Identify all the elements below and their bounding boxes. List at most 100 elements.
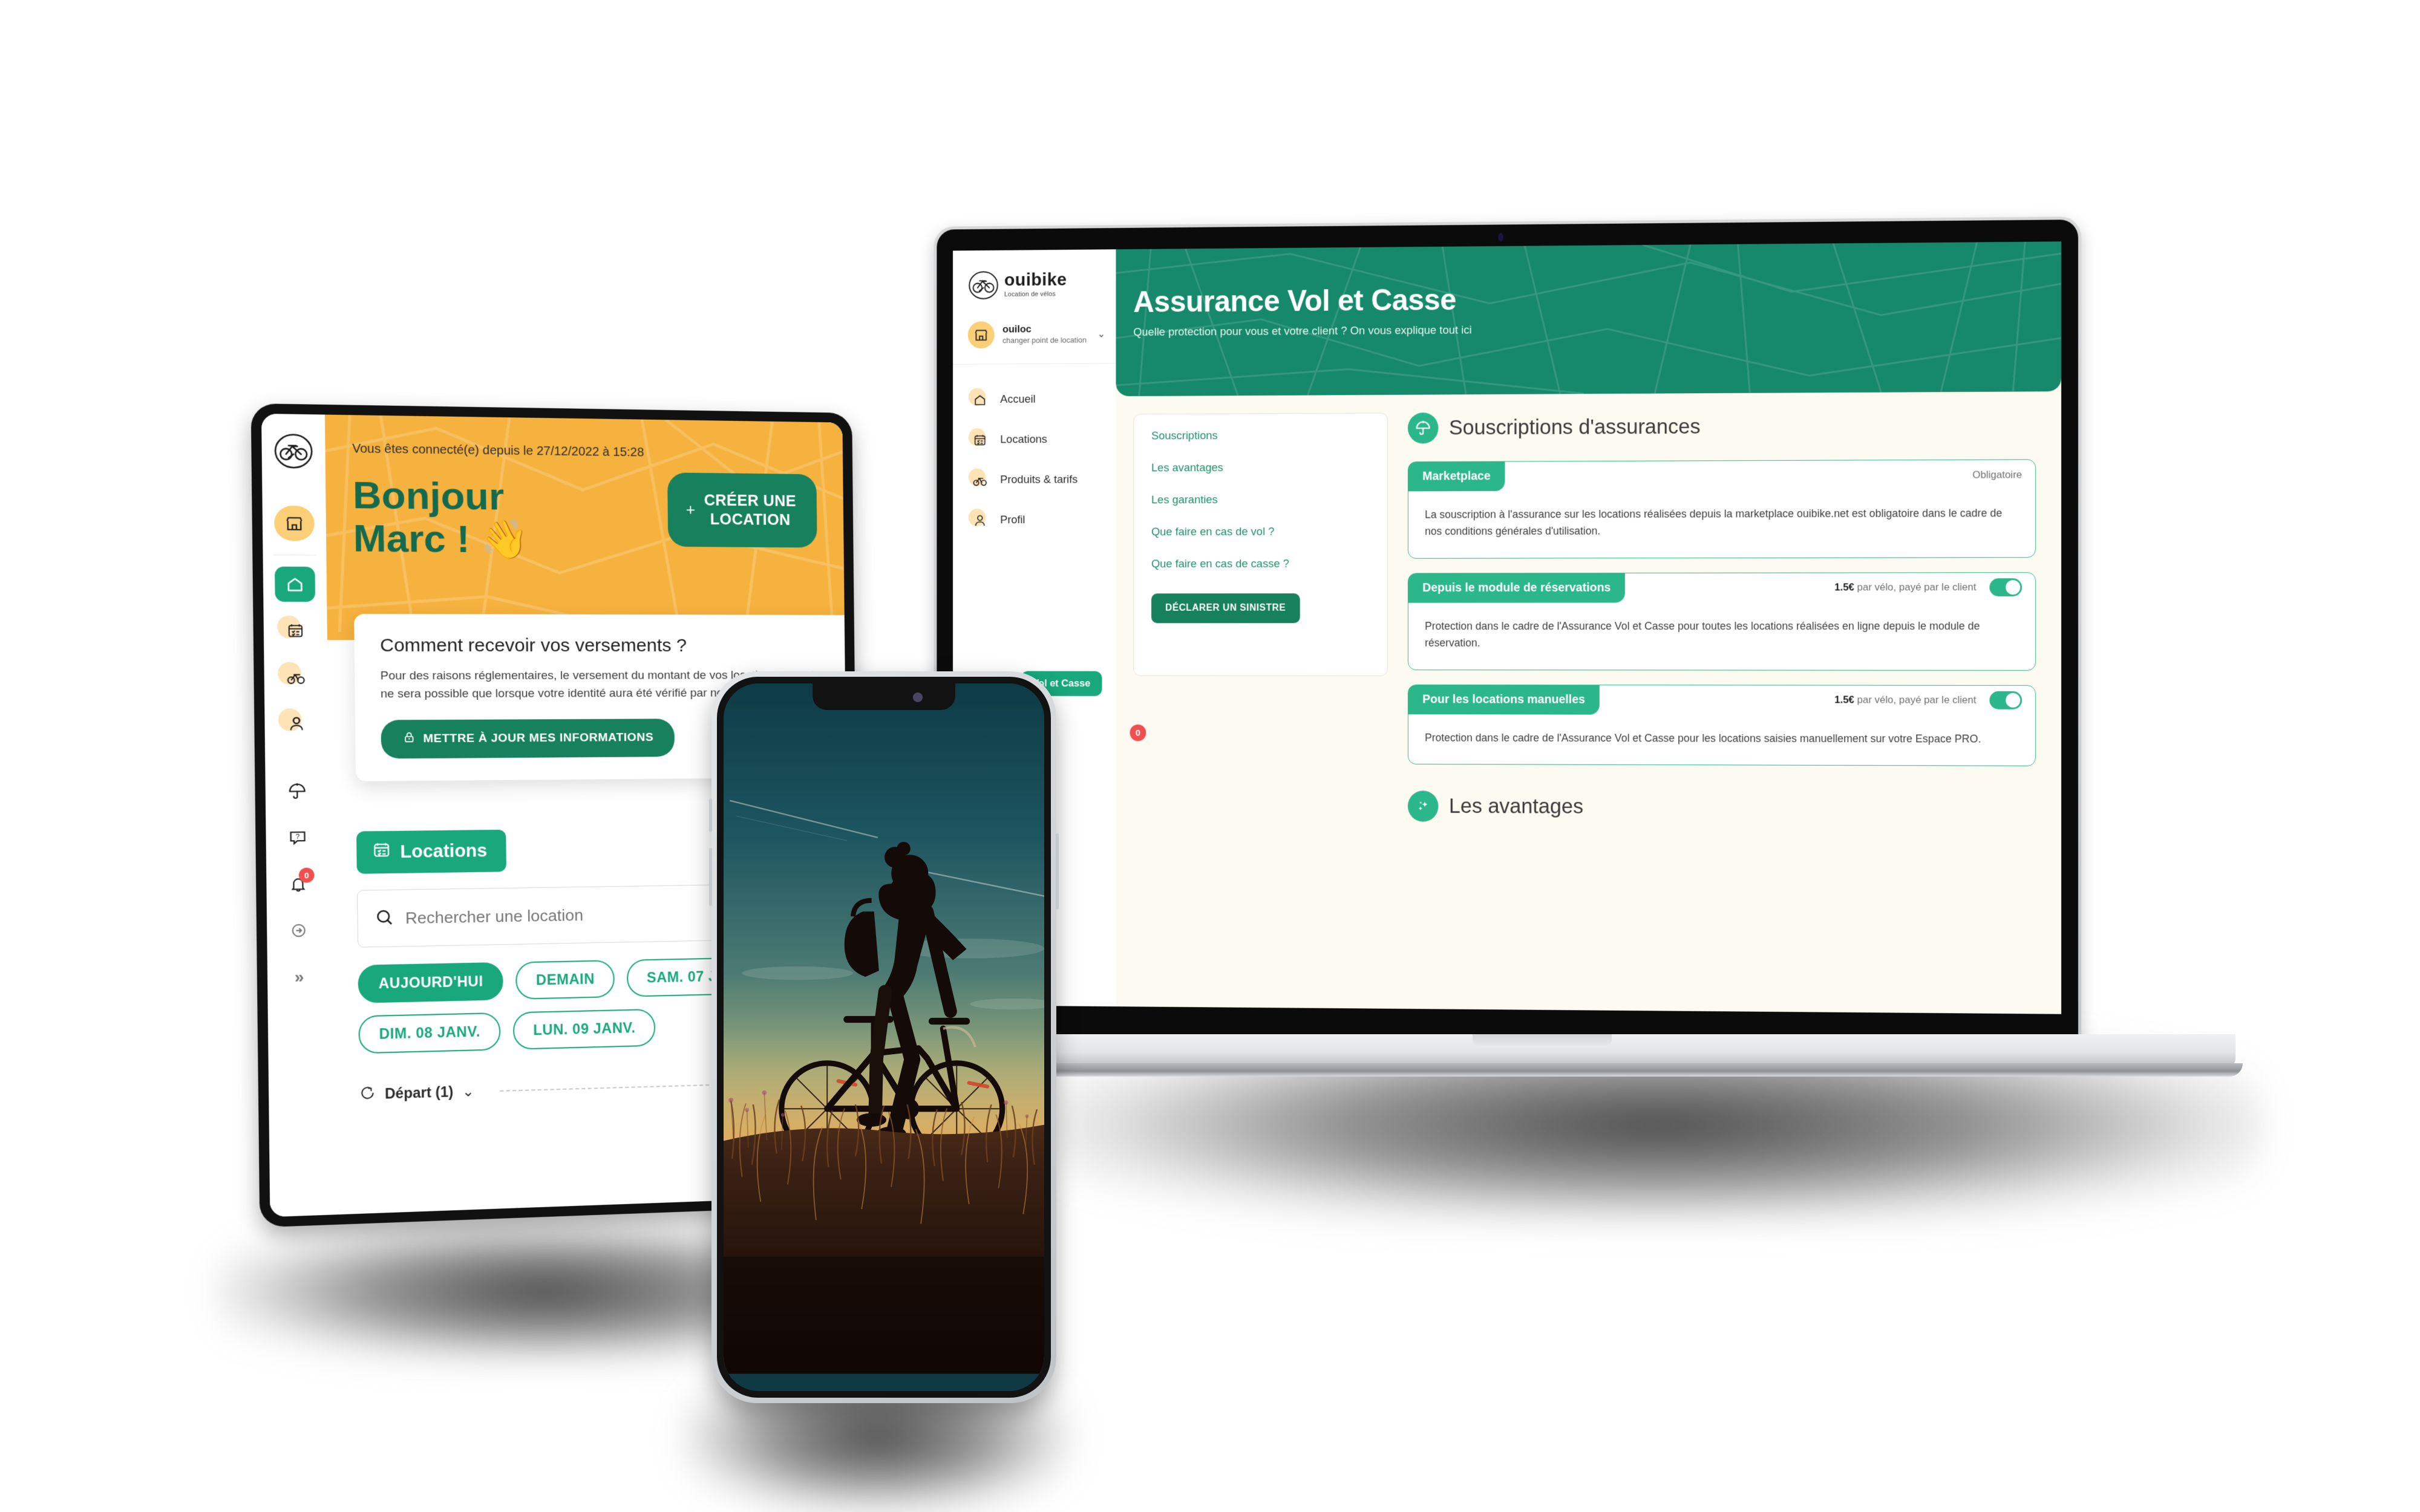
anchor-les-avantages[interactable]: Les avantages [1151,461,1370,475]
locations-tag: Locations [356,829,506,874]
bicycle-icon[interactable] [276,659,316,694]
card-tag: Pour les locations manuelles [1408,685,1600,715]
card-tag: Marketplace [1408,461,1505,492]
card-header: Marketplace Obligatoire [1408,460,2035,492]
tablet-hero: Vous êtes connecté(e) depuis le 27/12/20… [324,414,845,640]
umbrella-icon[interactable] [277,774,318,809]
phone-frame [711,671,1056,1403]
cta-line-2: LOCATION [710,510,791,529]
user-icon [970,510,990,530]
calendar-check-icon [970,430,990,450]
phone-notch [813,683,955,710]
chevron-down-icon[interactable]: ⌄ [1097,328,1106,341]
toggle-locations-manuelles[interactable] [1989,691,2023,709]
price-value: 1.5€ [1834,694,1854,706]
sidebar-item-produits-tarifs[interactable]: Produits & tarifs [953,460,1116,500]
card-body: La souscription à l'assurance sur les lo… [1425,507,2003,538]
phone-screen [724,683,1044,1391]
page-hero: Assurance Vol et Casse Quelle protection… [1116,241,2062,397]
phone-wallpaper-image [724,683,1044,1374]
sidebar-label: Accueil [1000,393,1036,406]
bell-icon[interactable]: 0 [278,866,318,902]
card-meta: Obligatoire [1972,469,2035,481]
chip-aujourdhui[interactable]: AUJOURD'HUI [358,962,504,1003]
sidebar-item-accueil[interactable]: Accueil [953,379,1116,420]
sidebar-label: Produits & tarifs [1000,473,1078,486]
shop-name: ouiloc [1002,323,1032,335]
card-title: Comment recevoir vos versements ? [379,635,687,656]
section-header-avantages: Les avantages [1407,790,2036,824]
insurance-card-locations-manuelles: Pour les locations manuelles 1.5€ par vé… [1407,684,2036,767]
expand-glyph: » [294,967,304,986]
calendar-check-icon[interactable] [275,613,316,648]
chip-demain[interactable]: DEMAIN [515,960,615,1000]
price-suffix: par vélo, payé par le client [1854,694,1977,706]
declarer-sinistre-button[interactable]: DÉCLARER UN SINISTRE [1151,593,1300,624]
price-suffix: par vélo, payé par le client [1854,581,1977,593]
shop-icon[interactable] [273,505,315,541]
anchor-cas-de-casse[interactable]: Que faire en cas de casse ? [1151,558,1370,571]
card-body: Protection dans le cadre de l'Assurance … [1425,619,1980,649]
locations-tag-label: Locations [400,841,488,862]
svg-text:?: ? [296,833,300,841]
card-header: Pour les locations manuelles 1.5€ par vé… [1408,685,2035,715]
phone-bezel [717,677,1051,1398]
section-title: Les avantages [1448,794,1584,819]
depart-label: Départ (1) [384,1083,454,1102]
card-header: Depuis le module de réservations 1.5€ pa… [1408,573,2035,603]
user-icon[interactable] [276,706,317,741]
sparkles-icon [1407,790,1439,823]
sidebar-item-profil[interactable]: Profil [953,500,1116,541]
laptop-main: Assurance Vol et Casse Quelle protection… [1116,241,2062,1014]
logout-icon[interactable] [278,913,319,948]
help-icon[interactable]: ? [278,820,318,856]
sidebar-item-locations[interactable]: Locations [953,419,1116,460]
brand-tagline: Location de vélos [1004,290,1056,298]
expand-icon[interactable]: » [279,959,319,995]
notification-badge: 0 [298,867,315,883]
price-value: 1.5€ [1834,581,1854,593]
chevron-down-icon[interactable]: ⌄ [462,1083,474,1100]
anchor-cas-de-vol[interactable]: Que faire en cas de vol ? [1151,526,1370,539]
plus-icon: + [685,500,696,519]
bicycle-logo-icon[interactable] [273,431,314,471]
shop-switcher[interactable]: ouiloc changer point de location ⌄ [953,304,1116,365]
bicycle-icon [970,470,990,490]
phone-volume-up-button[interactable] [709,798,712,832]
card-meta: 1.5€ par vélo, payé par le client [1834,691,2035,709]
chip-lundi[interactable]: LUN. 09 JANV. [512,1008,656,1050]
home-icon[interactable] [275,566,316,602]
anchor-les-garanties[interactable]: Les garanties [1151,494,1370,507]
section-title: Souscriptions d'assurances [1448,414,1701,440]
departure-arrow-icon [359,1084,376,1104]
laptop-screen: ouibike Location de vélos ouiloc changer… [953,241,2062,1014]
obligatoire-label: Obligatoire [1972,468,2023,481]
page-title: Assurance Vol et Casse [1133,282,1456,319]
price-label: 1.5€ par vélo, payé par le client [1834,694,1976,706]
button-label: METTRE À JOUR MES INFORMATIONS [423,731,654,746]
umbrella-icon [1407,412,1439,444]
home-icon [970,390,990,410]
chip-dimanche[interactable]: DIM. 08 JANV. [358,1012,501,1054]
card-body: Protection dans le cadre de l'Assurance … [1425,731,1981,745]
mettre-a-jour-informations-button[interactable]: METTRE À JOUR MES INFORMATIONS [381,719,675,759]
toggle-module-reservations[interactable] [1989,578,2023,597]
wave-icon: 👋 [480,518,530,562]
search-icon [374,907,394,930]
laptop-body: Souscriptions Les avantages Les garantie… [1116,391,2061,842]
lock-icon [403,731,416,747]
anchor-souscriptions[interactable]: Souscriptions [1151,429,1370,443]
greeting-line-1: Bonjour [352,474,505,518]
laptop-camera-icon [1497,233,1503,242]
laptop-nav: Accueil Locations Produits & tarifs Prof… [953,363,1116,540]
calendar-check-icon [372,840,391,864]
greeting-line-2: Marc ! [353,517,470,561]
shop-icon [967,321,995,349]
mockup-stage: ouibike Location de vélos ouiloc changer… [0,0,2420,1512]
phone-volume-down-button[interactable] [709,848,712,906]
phone-power-button[interactable] [1056,833,1059,910]
brand-logo[interactable]: ouibike Location de vélos [953,260,1116,305]
tablet-icon-rail: ? 0 » [261,413,334,1217]
insurance-card-marketplace: Marketplace Obligatoire La souscription … [1407,459,2036,559]
creer-une-location-button[interactable]: + CRÉER UNE LOCATION [667,472,817,548]
